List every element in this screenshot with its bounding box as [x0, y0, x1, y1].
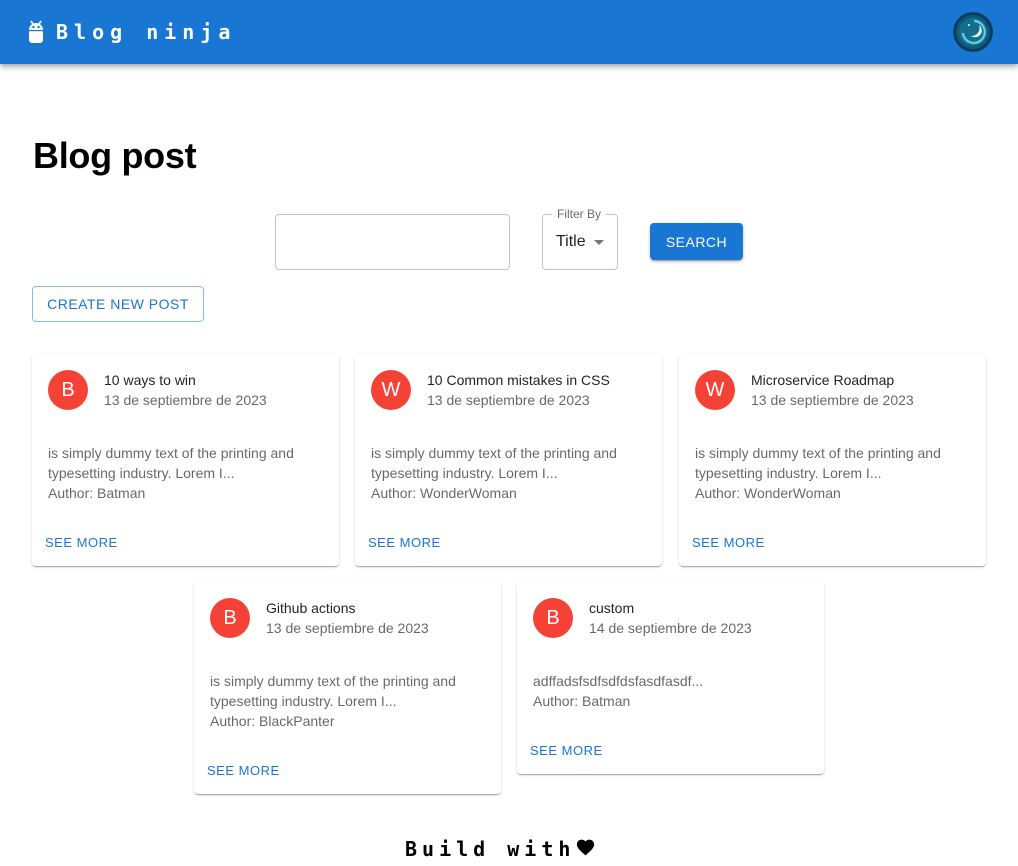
create-new-post-button[interactable]: CREATE NEW POST [32, 286, 204, 322]
post-body: is simply dummy text of the printing and… [695, 443, 975, 503]
android-icon [28, 20, 44, 43]
post-title: Microservice Roadmap [751, 372, 895, 388]
post-author: Author: WonderWoman [371, 485, 517, 501]
dark-mode-toggle-icon[interactable] [953, 12, 993, 52]
post-card: W 10 Common mistakes in CSS 13 de septie… [355, 354, 662, 566]
heart-icon [576, 839, 595, 856]
search-button[interactable]: SEARCH [650, 223, 743, 260]
post-excerpt: is simply dummy text of the printing and… [48, 445, 294, 481]
post-date: 13 de septiembre de 2023 [104, 392, 267, 408]
footer-text: Build with [405, 837, 576, 861]
author-avatar: W [695, 370, 735, 410]
post-excerpt: is simply dummy text of the printing and… [371, 445, 617, 481]
app-title[interactable]: Blog ninja [56, 18, 236, 46]
see-more-button[interactable]: SEE MORE [202, 755, 282, 785]
filter-by-label: Filter By [552, 207, 607, 221]
post-excerpt: is simply dummy text of the printing and… [695, 445, 941, 481]
post-author: Author: BlackPanter [210, 713, 335, 729]
post-card: B Github actions 13 de septiembre de 202… [194, 582, 501, 794]
see-more-button[interactable]: SEE MORE [40, 527, 120, 557]
author-avatar: B [533, 598, 573, 638]
post-title: custom [589, 600, 635, 616]
post-title: 10 Common mistakes in CSS [427, 372, 610, 388]
post-date: 14 de septiembre de 2023 [589, 620, 752, 636]
filter-by-value: Title [556, 233, 586, 250]
author-avatar: B [48, 370, 88, 410]
page-title: Blog post [33, 135, 197, 176]
see-more-button[interactable]: SEE MORE [687, 527, 767, 557]
search-input[interactable] [275, 214, 510, 270]
post-card: B 10 ways to win 13 de septiembre de 202… [32, 354, 339, 566]
see-more-button[interactable]: SEE MORE [525, 735, 605, 765]
post-body: is simply dummy text of the printing and… [210, 671, 490, 731]
post-card: W Microservice Roadmap 13 de septiembre … [679, 354, 986, 566]
author-avatar: W [371, 370, 411, 410]
post-body: is simply dummy text of the printing and… [371, 443, 651, 503]
app-bar: Blog ninja [0, 0, 1018, 64]
post-title: 10 ways to win [104, 372, 196, 388]
post-card: B custom 14 de septiembre de 2023 adffad… [517, 582, 824, 774]
post-body: adffadsfsdfsdfdsfasdfasdf... Author: Bat… [533, 671, 813, 711]
post-date: 13 de septiembre de 2023 [427, 392, 590, 408]
post-date: 13 de septiembre de 2023 [751, 392, 914, 408]
dropdown-caret-icon [594, 240, 604, 245]
post-author: Author: Batman [533, 693, 631, 709]
post-excerpt: is simply dummy text of the printing and… [210, 673, 456, 709]
author-avatar: B [210, 598, 250, 638]
see-more-button[interactable]: SEE MORE [363, 527, 443, 557]
post-title: Github actions [266, 600, 356, 616]
post-author: Author: WonderWoman [695, 485, 841, 501]
post-author: Author: Batman [48, 485, 146, 501]
post-excerpt: adffadsfsdfsdfdsfasdfasdf... [533, 673, 704, 689]
post-body: is simply dummy text of the printing and… [48, 443, 328, 503]
post-date: 13 de septiembre de 2023 [266, 620, 429, 636]
filter-by-select[interactable]: Filter By Title [542, 207, 618, 270]
